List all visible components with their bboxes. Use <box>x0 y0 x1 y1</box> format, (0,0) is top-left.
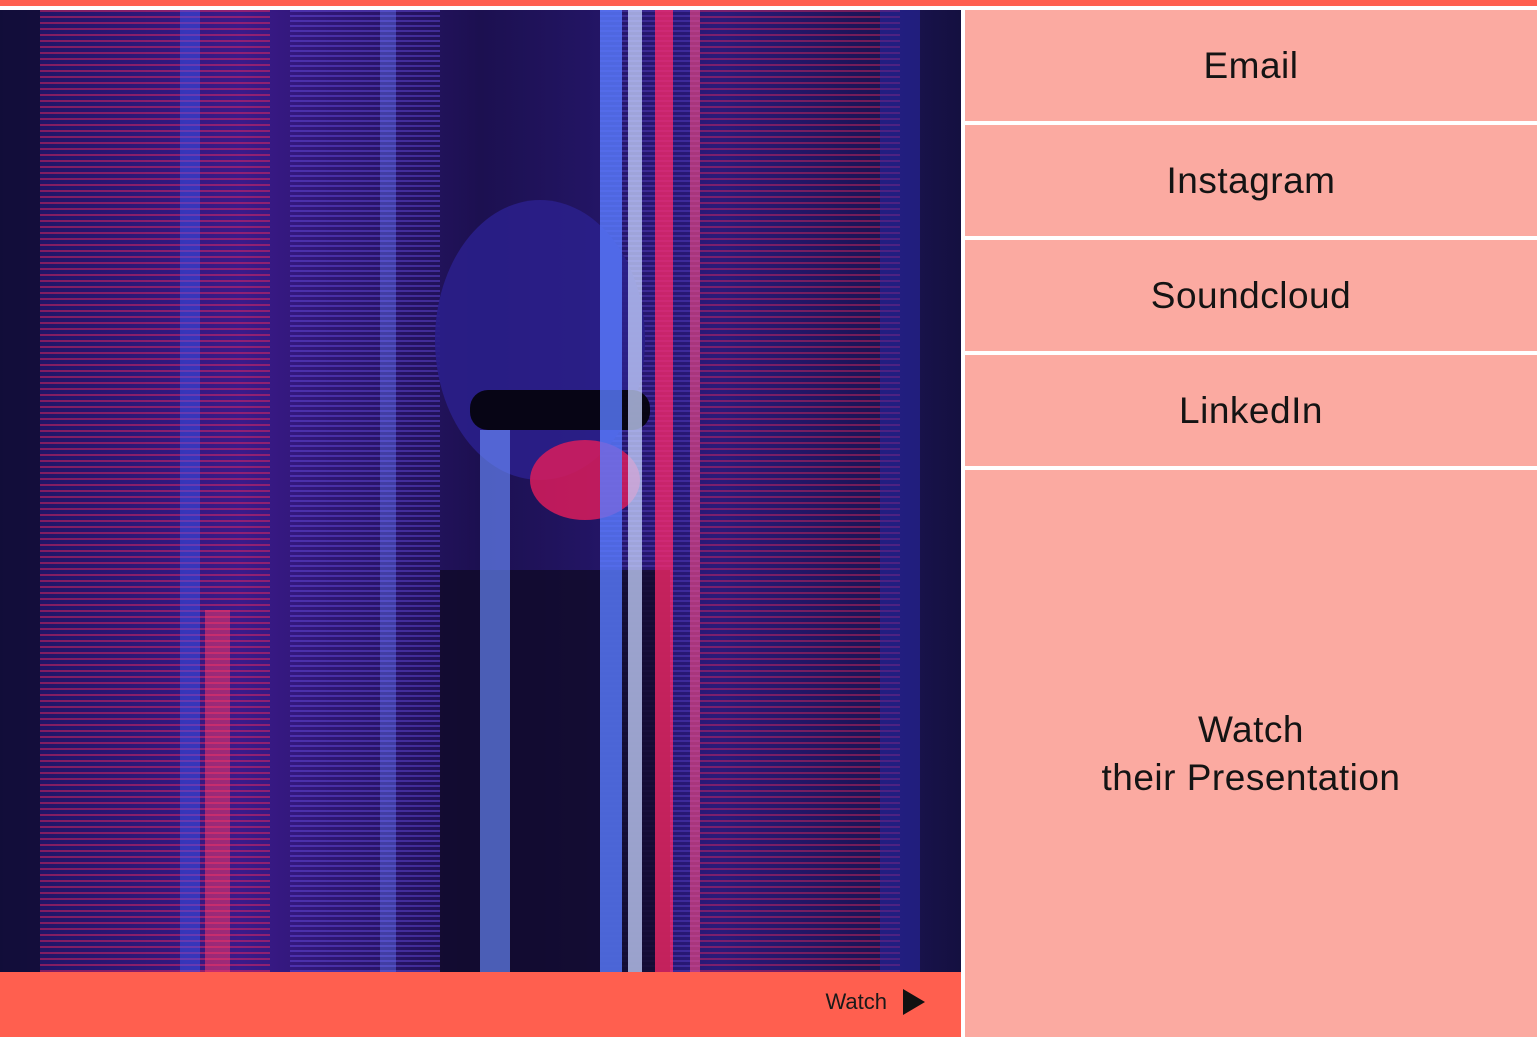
linkedin-link-label: LinkedIn <box>1179 389 1323 431</box>
presentation-line-2: their Presentation <box>1101 756 1401 798</box>
linkedin-link[interactable]: LinkedIn <box>965 355 1537 470</box>
links-panel: Email Instagram Soundcloud LinkedIn Watc… <box>965 10 1537 1037</box>
instagram-link[interactable]: Instagram <box>965 125 1537 240</box>
play-icon <box>903 989 925 1015</box>
email-link[interactable]: Email <box>965 10 1537 125</box>
soundcloud-link[interactable]: Soundcloud <box>965 240 1537 355</box>
watch-bar: Watch <box>0 972 961 1037</box>
instagram-link-label: Instagram <box>1166 159 1336 201</box>
soundcloud-link-label: Soundcloud <box>1150 274 1352 316</box>
presentation-line-1: Watch <box>1198 708 1304 750</box>
artist-photo <box>0 10 961 972</box>
email-link-label: Email <box>1203 44 1299 86</box>
watch-label: Watch <box>825 989 887 1014</box>
top-accent-bar <box>0 0 1537 6</box>
watch-presentation-link[interactable]: Watch their Presentation <box>965 470 1537 1037</box>
portrait-photo-art <box>0 10 961 972</box>
watch-button[interactable]: Watch <box>825 989 925 1015</box>
